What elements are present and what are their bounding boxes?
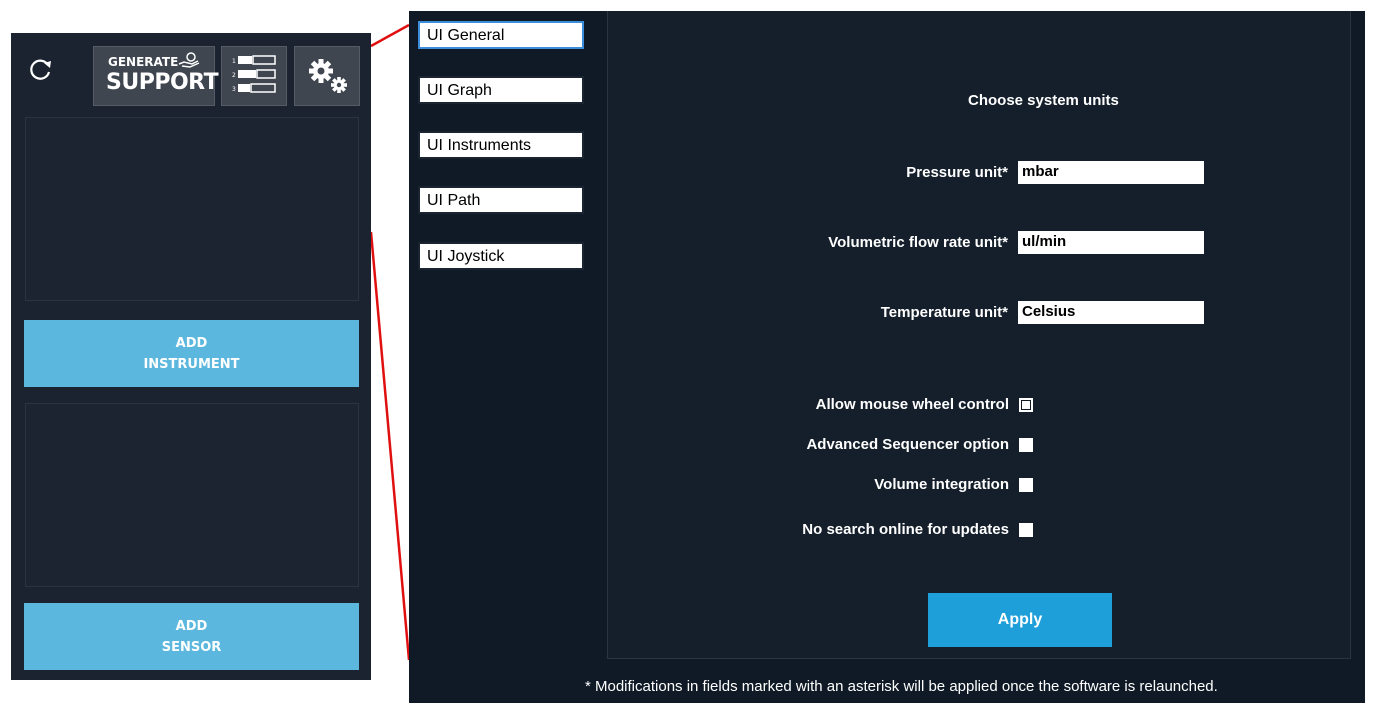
units-heading: Choose system units	[968, 92, 1119, 109]
add-sensor-line1: ADD	[175, 618, 208, 634]
advanced-sequencer-checkbox[interactable]	[1019, 438, 1033, 452]
tab-ui-path[interactable]: UI Path	[418, 186, 584, 214]
sensor-slot	[25, 403, 359, 587]
apply-button[interactable]: Apply	[928, 593, 1112, 647]
pressure-unit-label: Pressure unit*	[906, 164, 1008, 181]
support-line1: GENERATE	[108, 55, 179, 69]
flow-rate-unit-label: Volumetric flow rate unit*	[828, 234, 1008, 251]
instrument-slot	[25, 117, 359, 301]
temperature-unit-label: Temperature unit*	[880, 304, 1008, 321]
mouse-wheel-label: Allow mouse wheel control	[815, 396, 1009, 413]
pressure-unit-field[interactable]: mbar	[1018, 161, 1204, 184]
no-search-updates-label: No search online for updates	[802, 521, 1009, 538]
add-sensor-line2: SENSOR	[161, 639, 222, 655]
flow-rate-unit-field[interactable]: ul/min	[1018, 231, 1204, 254]
svg-text:2: 2	[232, 72, 236, 79]
svg-text:1: 1	[232, 58, 236, 65]
support-hand-icon	[178, 52, 200, 68]
settings-content: Choose system units Pressure unit* mbar …	[607, 11, 1351, 659]
tab-ui-general[interactable]: UI General	[418, 21, 584, 49]
add-instrument-line2: INSTRUMENT	[143, 356, 240, 372]
volume-integration-checkbox[interactable]	[1019, 478, 1033, 492]
add-instrument-line1: ADD	[175, 335, 208, 351]
tab-ui-instruments[interactable]: UI Instruments	[418, 131, 584, 159]
svg-text:3: 3	[232, 86, 236, 93]
advanced-sequencer-label: Advanced Sequencer option	[806, 436, 1009, 453]
sequence-list-icon: 1 2 3	[232, 55, 276, 93]
settings-window: UI General UI Graph UI Instruments UI Pa…	[409, 11, 1365, 703]
mouse-wheel-checkbox[interactable]	[1019, 398, 1033, 412]
sequence-list-button[interactable]: 1 2 3	[221, 46, 287, 106]
settings-button[interactable]	[294, 46, 360, 106]
add-sensor-button[interactable]: ADD SENSOR	[24, 603, 359, 670]
refresh-icon[interactable]	[28, 57, 54, 83]
left-panel: GENERATE SUPPORT 1 2 3 ADD INSTRUMENT AD…	[11, 33, 371, 680]
relaunch-footnote: * Modifications in fields marked with an…	[585, 678, 1218, 695]
volume-integration-label: Volume integration	[874, 476, 1009, 493]
temperature-unit-field[interactable]: Celsius	[1018, 301, 1204, 324]
add-instrument-button[interactable]: ADD INSTRUMENT	[24, 320, 359, 387]
no-search-updates-checkbox[interactable]	[1019, 523, 1033, 537]
tab-ui-joystick[interactable]: UI Joystick	[418, 242, 584, 270]
tab-ui-graph[interactable]: UI Graph	[418, 76, 584, 104]
support-line2: SUPPORT	[106, 70, 219, 95]
gears-icon	[309, 59, 347, 93]
generate-support-button[interactable]: GENERATE SUPPORT	[93, 46, 219, 106]
